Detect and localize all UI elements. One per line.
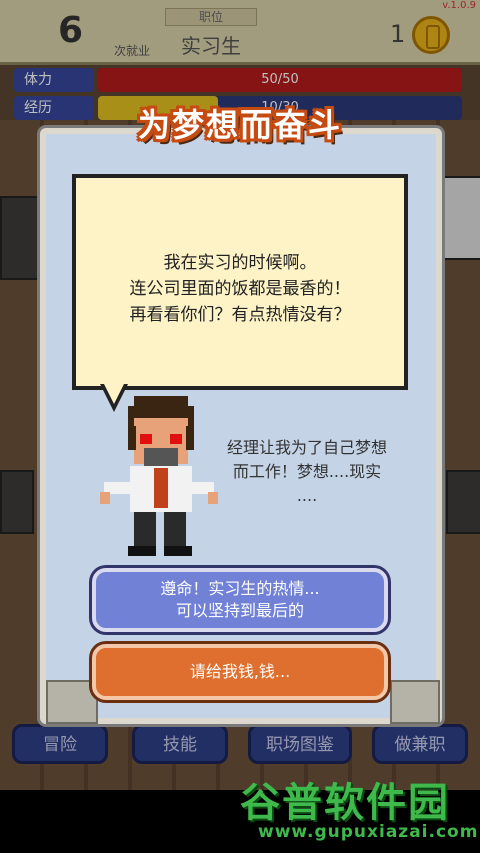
speech-line: 连公司里面的饭都是最香的！ — [129, 279, 351, 299]
watermark-url: www.gupuxiazai.com — [258, 822, 479, 842]
narration-line: .... — [296, 486, 318, 505]
choice-money-button[interactable]: 请给我钱,钱... — [92, 644, 388, 700]
watermark-logo: 谷普软件园 — [240, 780, 450, 826]
city-building-left — [46, 680, 98, 724]
choice-accept-button[interactable]: 遵命！实习生的热情... 可以坚持到最后的 — [92, 568, 388, 632]
speech-bubble: 我在实习的时候啊。 连公司里面的饭都是最香的！ 再看看你们？有点热情没有？ — [72, 174, 408, 390]
narration-line: 经理让我为了自己梦想 — [226, 438, 387, 457]
speech-text: 我在实习的时候啊。 连公司里面的饭都是最香的！ 再看看你们？有点热情没有？ — [76, 250, 404, 328]
choice-accept-line: 可以坚持到最后的 — [175, 601, 304, 620]
speech-line: 再看看你们？有点热情没有？ — [129, 305, 351, 325]
choice-accept-line: 遵命！实习生的热情... — [160, 579, 320, 598]
dialog-title: 为梦想而奋斗 — [137, 106, 342, 144]
city-building-right — [390, 680, 440, 724]
game-scene: 6 次就业 职位 实习生 1 v.1.0.9 体力 50/50 经历 10/30… — [0, 0, 480, 790]
narration-text: 经理让我为了自己梦想 而工作！梦想....现实 .... — [200, 436, 414, 508]
speech-line: 我在实习的时候啊。 — [163, 253, 317, 273]
narration-line: 而工作！梦想....现实 — [232, 462, 382, 481]
